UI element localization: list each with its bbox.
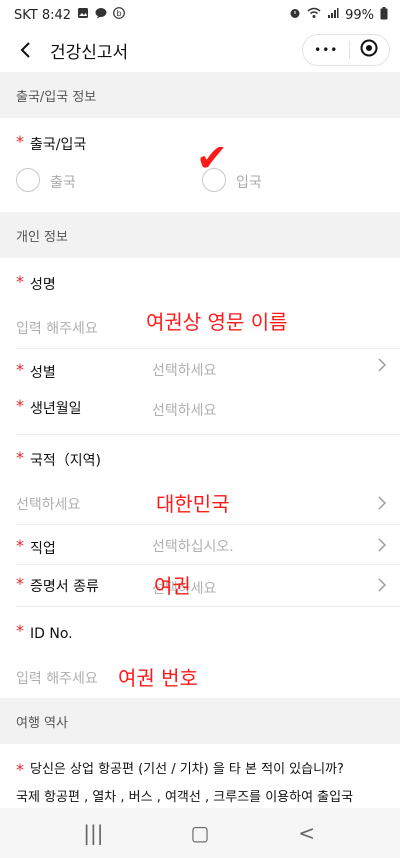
section-header-entry: 출국/입국 정보 bbox=[0, 72, 400, 118]
radio-departure[interactable] bbox=[16, 168, 40, 192]
page-title: 건강신고서 bbox=[50, 42, 129, 63]
gallery-icon bbox=[77, 7, 89, 23]
section-header-travel: 여행 역사 bbox=[0, 698, 400, 744]
required-mark: * bbox=[16, 447, 24, 467]
birthdate-field: * 생년월일 bbox=[16, 395, 82, 418]
home-button[interactable]: ▢ bbox=[180, 821, 220, 845]
alarm-icon bbox=[289, 7, 301, 23]
chevron-right-icon bbox=[378, 576, 386, 597]
divider bbox=[16, 348, 400, 349]
back-button[interactable] bbox=[14, 39, 36, 61]
entry-exit-label: 출국/입국 bbox=[30, 137, 87, 153]
id-number-field: * ID No. bbox=[16, 621, 73, 643]
status-time: SKT 8:42 bbox=[14, 7, 72, 23]
chevron-right-icon bbox=[378, 536, 386, 557]
message-icon bbox=[95, 7, 107, 23]
battery-icon bbox=[380, 6, 388, 24]
battery-text: 99% bbox=[345, 7, 374, 23]
certificate-field: * 증명서 종류 bbox=[16, 573, 99, 596]
nationality-label: 국적（지역) bbox=[30, 453, 101, 469]
close-target-button[interactable] bbox=[360, 39, 378, 61]
required-mark: * bbox=[16, 131, 24, 151]
name-annotation: 여권상 영문 이름 bbox=[146, 310, 288, 334]
job-select[interactable]: 선택하십시오. bbox=[152, 536, 234, 556]
job-field: * 직업 bbox=[16, 535, 56, 558]
entry-exit-field: * 출국/입국 bbox=[16, 131, 87, 154]
system-nav-bar: ||| ▢ < bbox=[0, 808, 400, 858]
radio-departure-label: 출국 bbox=[50, 175, 76, 191]
required-mark: * bbox=[16, 573, 24, 593]
name-field: * 성명 bbox=[16, 271, 56, 294]
chevron-right-icon bbox=[378, 356, 386, 377]
name-input[interactable]: 입력 해주세요 bbox=[16, 318, 98, 338]
divider bbox=[16, 434, 400, 435]
app-b-icon: b bbox=[113, 7, 125, 23]
required-mark: * bbox=[16, 760, 24, 779]
job-label: 직업 bbox=[30, 541, 56, 557]
signal-icon bbox=[327, 7, 339, 23]
nationality-select[interactable]: 선택하세요 bbox=[16, 494, 80, 514]
wifi-icon bbox=[307, 7, 321, 23]
birthdate-select[interactable]: 선택하세요 bbox=[152, 400, 216, 420]
system-back-button[interactable]: < bbox=[287, 821, 327, 845]
chevron-left-icon bbox=[20, 42, 30, 58]
travel-question: * 당신은 상업 항공편 (기선 / 기차) 을 타 본 적이 있습니까? 국제… bbox=[16, 756, 392, 812]
certificate-annotation: 여권 bbox=[154, 574, 191, 598]
id-number-label: ID No. bbox=[30, 625, 73, 642]
required-mark: * bbox=[16, 271, 24, 291]
divider bbox=[16, 606, 400, 607]
travel-question-line1: 당신은 상업 항공편 (기선 / 기차) 을 타 본 적이 있습니까? bbox=[30, 762, 344, 777]
required-mark: * bbox=[16, 395, 24, 415]
status-bar: SKT 8:42 b 99% bbox=[0, 0, 400, 30]
nationality-field: * 국적（지역) bbox=[16, 447, 101, 470]
name-label: 성명 bbox=[30, 277, 56, 293]
svg-text:b: b bbox=[117, 9, 122, 18]
checkmark-annotation: ✔ bbox=[196, 136, 228, 180]
radio-arrival-label: 입국 bbox=[236, 175, 262, 191]
gender-field: * 성별 bbox=[16, 359, 56, 382]
required-mark: * bbox=[16, 621, 24, 640]
id-number-input[interactable]: 입력 해주세요 bbox=[16, 668, 98, 688]
mini-program-capsule: ••• bbox=[302, 34, 390, 66]
divider bbox=[16, 524, 400, 525]
target-icon bbox=[360, 39, 378, 57]
id-number-annotation: 여권 번호 bbox=[118, 666, 198, 690]
section-header-personal: 개인 정보 bbox=[0, 212, 400, 258]
certificate-label: 증명서 종류 bbox=[30, 579, 99, 595]
nav-bar: 건강신고서 ••• bbox=[0, 30, 400, 70]
divider bbox=[16, 564, 400, 565]
required-mark: * bbox=[16, 359, 24, 379]
chevron-right-icon bbox=[378, 494, 386, 515]
more-button[interactable]: ••• bbox=[314, 43, 338, 57]
required-mark: * bbox=[16, 535, 24, 555]
capsule-divider bbox=[348, 41, 350, 59]
gender-label: 성별 bbox=[30, 365, 56, 381]
birthdate-label: 생년월일 bbox=[30, 401, 82, 417]
gender-select[interactable]: 선택하세요 bbox=[152, 360, 216, 380]
recents-button[interactable]: ||| bbox=[73, 821, 113, 845]
nationality-annotation: 대한민국 bbox=[156, 492, 230, 516]
